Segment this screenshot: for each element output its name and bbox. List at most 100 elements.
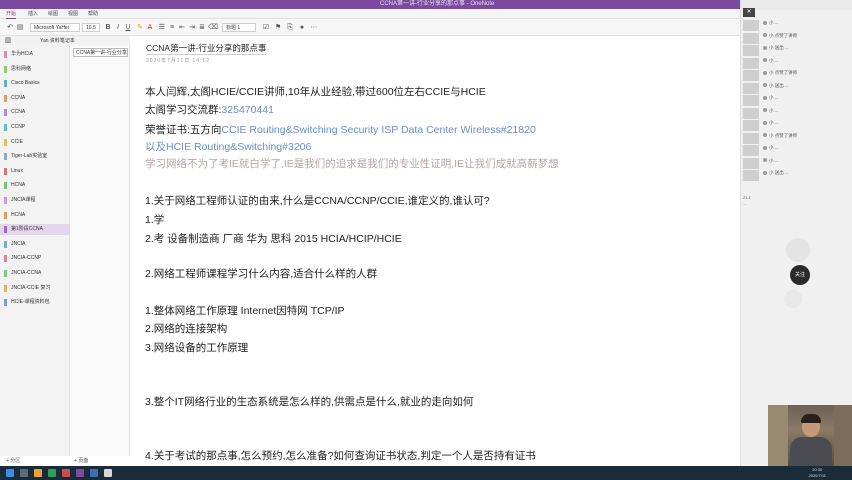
clock[interactable]: 20:30 2020/7/11	[809, 467, 827, 479]
italic-icon[interactable]: I	[114, 24, 122, 31]
chat-thumb	[743, 95, 759, 106]
title-bar: CCNA第一讲-行业分享的那点事 - OneNote – □ ✕	[0, 0, 852, 9]
chat-message-text: 小 ...	[769, 57, 779, 63]
section-item[interactable]: HCIE-课程资料包	[0, 297, 70, 308]
indent-icon[interactable]: ⇥	[188, 24, 196, 31]
section-item[interactable]: 第1阶段CCNA	[0, 224, 70, 236]
chat-message-text: 小 点赞了讲师	[769, 132, 798, 138]
topic-2-item-3[interactable]: 3.网络设备的工作原理	[145, 340, 248, 355]
start-icon[interactable]	[6, 469, 14, 477]
attach-icon[interactable]: ⎘	[286, 24, 294, 31]
checkbox-tag-icon[interactable]: ☑	[262, 24, 270, 31]
chat-header	[741, 0, 852, 10]
cert-line[interactable]: 荣誉证书:五方向CCIE Routing&Switching Security …	[145, 122, 536, 137]
intro-line[interactable]: 本人闫辉,太阁HCIE/CCIE讲师,10年从业经验,带过600位左右CCIE与…	[145, 84, 486, 99]
topic-2-item-1[interactable]: 1.整体网络工作原理 Internet因特网 TCP/IP	[145, 303, 345, 318]
app-icon[interactable]	[104, 469, 112, 477]
chat-thumb	[743, 145, 759, 156]
font-color-icon[interactable]: A	[146, 24, 154, 31]
section-color-tab	[4, 240, 7, 248]
numbering-icon[interactable]: ≡	[168, 24, 176, 31]
tab-insert[interactable]: 插入	[28, 9, 38, 19]
follow-button[interactable]: 关注	[790, 265, 810, 285]
chat-close-button[interactable]: ✕	[743, 8, 755, 17]
section-item[interactable]: CCNA	[0, 93, 70, 104]
notebook-bar[interactable]: ▥ Yan 资料笔记本	[0, 36, 130, 46]
section-color-tab	[4, 299, 7, 307]
page-canvas[interactable]: CCNA第一讲-行业分享的那点事 2020年7月11日 14:12 本人闫辉,太…	[131, 36, 740, 466]
tab-view[interactable]: 视图	[68, 9, 78, 19]
tab-home[interactable]: 开始	[6, 9, 17, 19]
bullets-icon[interactable]: ☰	[158, 24, 166, 31]
topic-4-heading[interactable]: 4.关于考试的那点事,怎么预约,怎么准备?如何查询证书状态,判定一个人是否持有证…	[145, 448, 536, 463]
app-icon[interactable]	[90, 469, 98, 477]
section-item[interactable]: 华为HCIA	[0, 49, 70, 60]
gift-icon[interactable]	[784, 290, 802, 308]
microphone-icon[interactable]: ●	[298, 24, 306, 31]
tab-help[interactable]: 帮助	[88, 9, 98, 19]
highlight-icon[interactable]: ✎	[136, 24, 144, 31]
section-item[interactable]: Tiger-Lab实验室	[0, 151, 70, 162]
topic-2-item-2[interactable]: 2.网络的连接架构	[145, 321, 227, 336]
chat-thumb	[743, 20, 759, 31]
notebooks-icon[interactable]: ▥	[4, 37, 12, 44]
group-line[interactable]: 太阁学习交流群:325470441	[145, 102, 274, 117]
section-item[interactable]: CCIE	[0, 137, 70, 148]
cert-list: CCIE Routing&Switching Security ISP Data…	[221, 124, 536, 136]
clipboard-icon[interactable]: ▤	[16, 24, 24, 31]
add-section-button[interactable]: + 分区	[6, 456, 20, 466]
section-item[interactable]: JNCIA-CCIE 复习	[0, 283, 70, 294]
topic-1-item-1[interactable]: 1.学	[145, 212, 164, 227]
motto-line[interactable]: 学习网络不为了考IE就白学了,IE是我们的追求是我们的专业性证明,IE让我们成就…	[145, 156, 559, 171]
tag-icon[interactable]: ⚑	[274, 24, 282, 31]
section-item[interactable]: CCNP	[0, 122, 70, 133]
user-avatar-icon	[763, 145, 767, 150]
viewer-avatar[interactable]	[786, 238, 810, 262]
section-item[interactable]: JNCIA课程	[0, 195, 70, 206]
bold-icon[interactable]: B	[104, 24, 112, 31]
section-label: CCIE	[11, 138, 23, 145]
font-name-select[interactable]: Microsoft YaHei	[30, 23, 80, 32]
section-item[interactable]: Cisco Basics	[0, 78, 70, 89]
chat-message-text: 小 点赞了讲师	[769, 70, 798, 75]
chat-message: 小 ...	[763, 108, 851, 114]
notebook-name[interactable]: Yan 资料笔记本	[40, 37, 75, 45]
outdent-icon[interactable]: ⇤	[178, 24, 186, 31]
live-chat-panel: ✕ 小 ... 小 点赞了讲师小 送出 ... 小 ... 小 点赞了讲师小 送出 .…	[740, 0, 852, 466]
topic-2-heading[interactable]: 2.网络工程师课程学习什么内容,适合什么样的人群	[145, 266, 377, 281]
section-label: HCNA	[11, 211, 26, 218]
underline-icon[interactable]: U	[124, 24, 132, 31]
hcie-line[interactable]: 以及HCIE Routing&Switching#3206	[145, 139, 311, 154]
section-item[interactable]: 思科网络	[0, 64, 70, 75]
bottom-bar: + 分区 + 页面	[0, 456, 130, 466]
more-icon[interactable]: ⋯	[310, 24, 318, 31]
page-item[interactable]: CCNA第一讲-行业分享	[73, 48, 128, 57]
align-icon[interactable]: ≣	[198, 24, 206, 31]
tab-draw[interactable]: 绘图	[48, 9, 58, 19]
app-icon[interactable]	[48, 469, 56, 477]
section-item[interactable]: HCNA	[0, 180, 70, 191]
chat-message: 小 点赞了讲师	[763, 33, 851, 39]
section-item[interactable]: CCNA	[0, 107, 70, 118]
section-item[interactable]: JNCIA-CCNP	[0, 253, 70, 264]
style-select[interactable]: 标题 1	[222, 23, 256, 32]
section-item[interactable]: HCNA	[0, 210, 70, 221]
explorer-icon[interactable]	[34, 469, 42, 477]
app-icon[interactable]	[62, 469, 70, 477]
section-item[interactable]: JNCIA	[0, 239, 70, 250]
onenote-icon[interactable]	[76, 469, 84, 477]
page-title[interactable]: CCNA第一讲-行业分享的那点事	[146, 42, 266, 54]
erase-icon[interactable]: ⌫	[208, 24, 218, 31]
chat-message: 小 ...	[763, 145, 851, 151]
section-item[interactable]: Linux	[0, 166, 70, 177]
font-size-select[interactable]: 10.5	[82, 23, 100, 32]
topic-1-heading[interactable]: 1.关于网络工程师认证的由来,什么是CCNA/CCNP/CCIE,谁定义的,谁认…	[145, 193, 490, 208]
topic-3-heading[interactable]: 3.整个IT网络行业的生态系统是怎么样的,供需点是什么,就业的走向如何	[145, 394, 473, 409]
search-icon[interactable]	[20, 469, 28, 477]
topic-1-item-2[interactable]: 2.考 设备制造商 厂商 华为 思科 2015 HCIA/HCIP/HCIE	[145, 231, 402, 246]
undo-icon[interactable]: ↶	[6, 24, 14, 31]
add-page-button[interactable]: + 页面	[74, 456, 88, 466]
chat-message: 小 ...	[763, 120, 851, 126]
section-item[interactable]: JNCIA-CCNA	[0, 268, 70, 279]
section-label: CCNA	[11, 94, 26, 101]
